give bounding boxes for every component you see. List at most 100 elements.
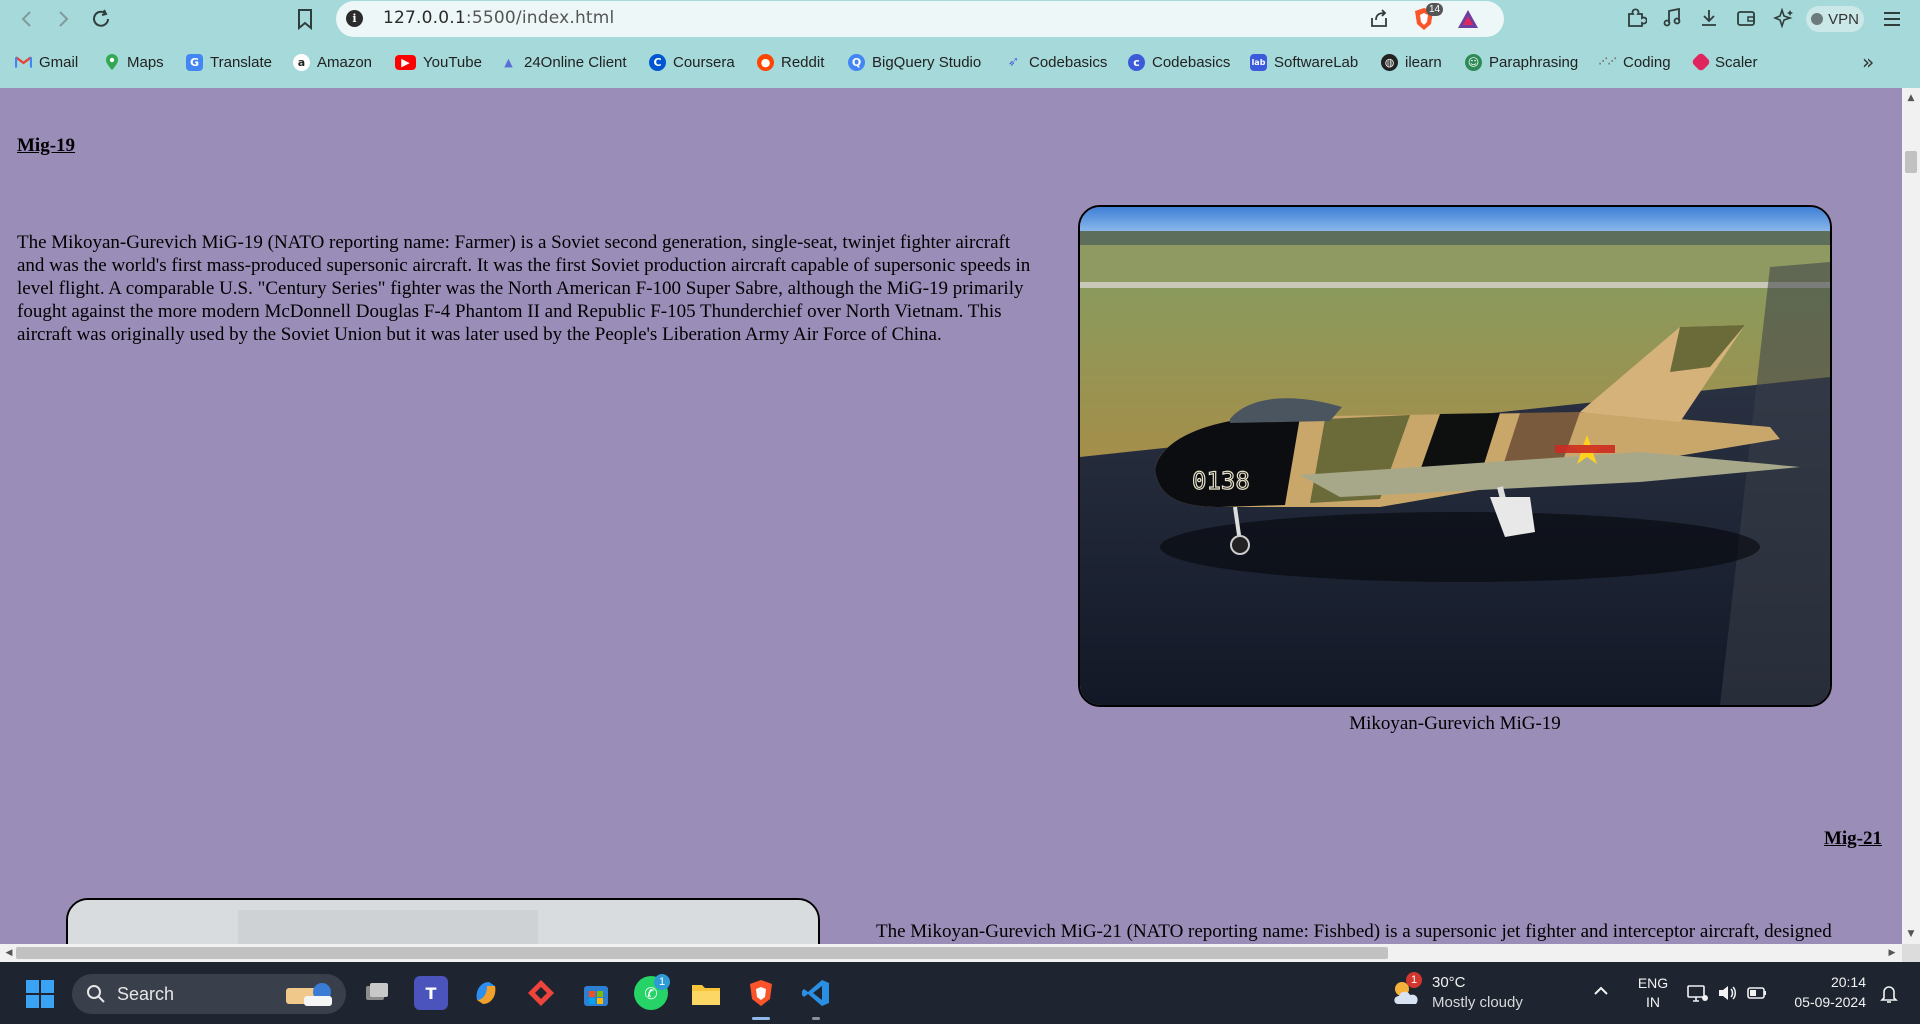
clock-date[interactable]: 05-09-2024	[1786, 994, 1866, 1010]
bookmark-label: Coding	[1623, 53, 1671, 71]
scroll-left-arrow-icon[interactable]: ◀	[3, 947, 15, 959]
teams-icon[interactable]: T	[414, 976, 448, 1010]
more-bookmarks-icon[interactable]: »	[1862, 50, 1874, 74]
language-indicator[interactable]: ENG IN	[1636, 974, 1670, 1012]
bookmark-label: Paraphrasing	[1489, 53, 1579, 71]
brave-browser-icon[interactable]	[744, 976, 778, 1010]
battery-icon[interactable]	[1746, 982, 1768, 1004]
bookmark-translate[interactable]: G Translate	[186, 48, 272, 76]
scroll-down-arrow-icon[interactable]: ▼	[1905, 928, 1917, 940]
bookmark-gmail[interactable]: Gmail	[15, 48, 78, 76]
horizontal-scroll-thumb[interactable]	[16, 947, 1388, 959]
region-code: IN	[1646, 994, 1660, 1010]
weather-badge: 1	[1406, 972, 1422, 988]
vpn-button[interactable]: VPN	[1806, 6, 1864, 32]
tail-number: 0138	[1192, 467, 1250, 495]
bookmark-reddit[interactable]: ● Reddit	[757, 48, 824, 76]
bookmark-coding[interactable]: ⋰⋰ Coding	[1599, 48, 1671, 76]
bookmark-label: SoftwareLab	[1274, 53, 1359, 71]
weather-description[interactable]: Mostly cloudy	[1432, 994, 1523, 1011]
mig21-description: The Mikoyan-Gurevich MiG-21 (NATO report…	[876, 921, 1832, 942]
network-icon[interactable]	[1686, 982, 1708, 1004]
mig19-description: The Mikoyan-Gurevich MiG-19 (NATO report…	[17, 232, 1031, 345]
scrollbar-corner	[1902, 944, 1920, 962]
weather-temperature[interactable]: 30°C	[1432, 974, 1466, 991]
task-view-icon[interactable]	[360, 976, 394, 1010]
bookmark-24online[interactable]: ▲ 24Online Client	[500, 48, 627, 76]
music-icon[interactable]	[1660, 7, 1684, 31]
volume-icon[interactable]	[1716, 982, 1738, 1004]
bookmark-youtube[interactable]: ▶ YouTube	[395, 48, 482, 76]
mig19-photo: 0138	[1080, 207, 1830, 705]
coding-icon: ⋰⋰	[1598, 57, 1617, 67]
mig21-image	[66, 898, 820, 944]
hamburger-menu-icon[interactable]	[1880, 7, 1904, 31]
extensions-icon[interactable]	[1624, 7, 1648, 31]
share-icon[interactable]	[1368, 8, 1390, 30]
maps-icon	[103, 54, 120, 71]
bookmark-label: BigQuery Studio	[872, 53, 982, 71]
mig19-caption: Mikoyan-Gurevich MiG-19	[1349, 713, 1561, 734]
bookmark-label: ilearn	[1405, 53, 1442, 71]
back-arrow-icon[interactable]	[14, 6, 40, 32]
forward-arrow-icon[interactable]	[50, 6, 76, 32]
bookmark-label: Codebasics	[1029, 53, 1108, 71]
bookmark-bigquery[interactable]: Q BigQuery Studio	[848, 48, 981, 76]
copilot-icon[interactable]	[469, 976, 503, 1010]
windows-taskbar: Search T ✆ 1 1 30°C Mostly cloudy ENG IN …	[0, 962, 1920, 1024]
bookmark-label: YouTube	[423, 53, 482, 71]
page-viewport: Mig-19 The Mikoyan-Gurevich MiG-19 (NATO…	[0, 88, 1902, 944]
vertical-scrollbar[interactable]	[1902, 88, 1920, 944]
bookmark-paraphrasing[interactable]: ☺ Paraphrasing	[1465, 48, 1578, 76]
bookmark-ilearn[interactable]: ◍ ilearn	[1381, 48, 1442, 76]
bookmark-label: Codebasics	[1152, 53, 1231, 71]
bookmark-codebasics-1[interactable]: ➶ Codebasics	[1005, 48, 1108, 76]
bookmark-label: Translate	[210, 53, 272, 71]
mig21-heading: Mig-21	[1823, 828, 1882, 849]
bookmark-maps[interactable]: Maps	[103, 48, 164, 76]
youtube-icon: ▶	[395, 54, 416, 70]
brave-active-indicator	[752, 1017, 770, 1020]
search-icon	[87, 985, 105, 1003]
bookmark-codebasics-2[interactable]: c Codebasics	[1128, 48, 1230, 76]
bookmark-amazon[interactable]: a Amazon	[293, 48, 372, 76]
bookmark-coursera[interactable]: C Coursera	[649, 48, 735, 76]
bookmark-label: Maps	[127, 53, 164, 71]
microsoft-store-icon[interactable]	[579, 976, 613, 1010]
vscode-icon[interactable]	[799, 976, 833, 1010]
bookmark-scaler[interactable]: Scaler	[1691, 48, 1758, 76]
scroll-up-arrow-icon[interactable]: ▲	[1905, 92, 1917, 104]
24online-icon: ▲	[504, 55, 513, 69]
vpn-status-icon	[1811, 13, 1824, 25]
coursera-icon: C	[649, 53, 666, 71]
clock-time[interactable]: 20:14	[1786, 974, 1866, 990]
windows-start-icon[interactable]	[26, 980, 54, 1008]
wallet-icon[interactable]	[1734, 7, 1758, 31]
download-icon[interactable]	[1697, 7, 1721, 31]
bookmarks-bar: Gmail Maps G Translate a Amazon ▶ YouTube ▲…	[0, 48, 1920, 76]
vscode-open-indicator	[812, 1017, 820, 1020]
vertical-scroll-thumb[interactable]	[1905, 151, 1917, 173]
file-explorer-icon[interactable]	[689, 976, 723, 1010]
site-info-icon[interactable]: i	[346, 10, 363, 27]
bookmark-label: 24Online Client	[524, 53, 627, 71]
mig19-heading: Mig-19	[17, 135, 76, 156]
url-text[interactable]: 127.0.0.1:5500/index.html	[383, 8, 614, 28]
scroll-right-arrow-icon[interactable]: ▶	[1886, 947, 1898, 959]
mig19-image: 0138	[1078, 205, 1832, 707]
brave-rewards-icon[interactable]	[1456, 8, 1480, 30]
search-highlight-icon	[286, 983, 332, 1006]
browser-toolbar: i 127.0.0.1:5500/index.html 14 VPN	[0, 0, 1920, 38]
bookmark-page-icon[interactable]	[292, 6, 318, 32]
vpn-label: VPN	[1828, 10, 1859, 28]
amazon-icon: a	[293, 53, 310, 71]
search-label: Search	[117, 984, 175, 1004]
show-hidden-icons-chevron-icon[interactable]	[1592, 982, 1610, 1000]
bookmark-label: Gmail	[39, 53, 79, 71]
anydesk-icon[interactable]	[524, 976, 558, 1010]
bookmark-softwarelab[interactable]: lab SoftwareLab	[1250, 48, 1358, 76]
bookmark-label: Coursera	[673, 53, 735, 71]
notification-bell-icon[interactable]	[1880, 984, 1898, 1004]
leo-ai-icon[interactable]	[1772, 7, 1796, 31]
reload-icon[interactable]	[88, 6, 114, 32]
